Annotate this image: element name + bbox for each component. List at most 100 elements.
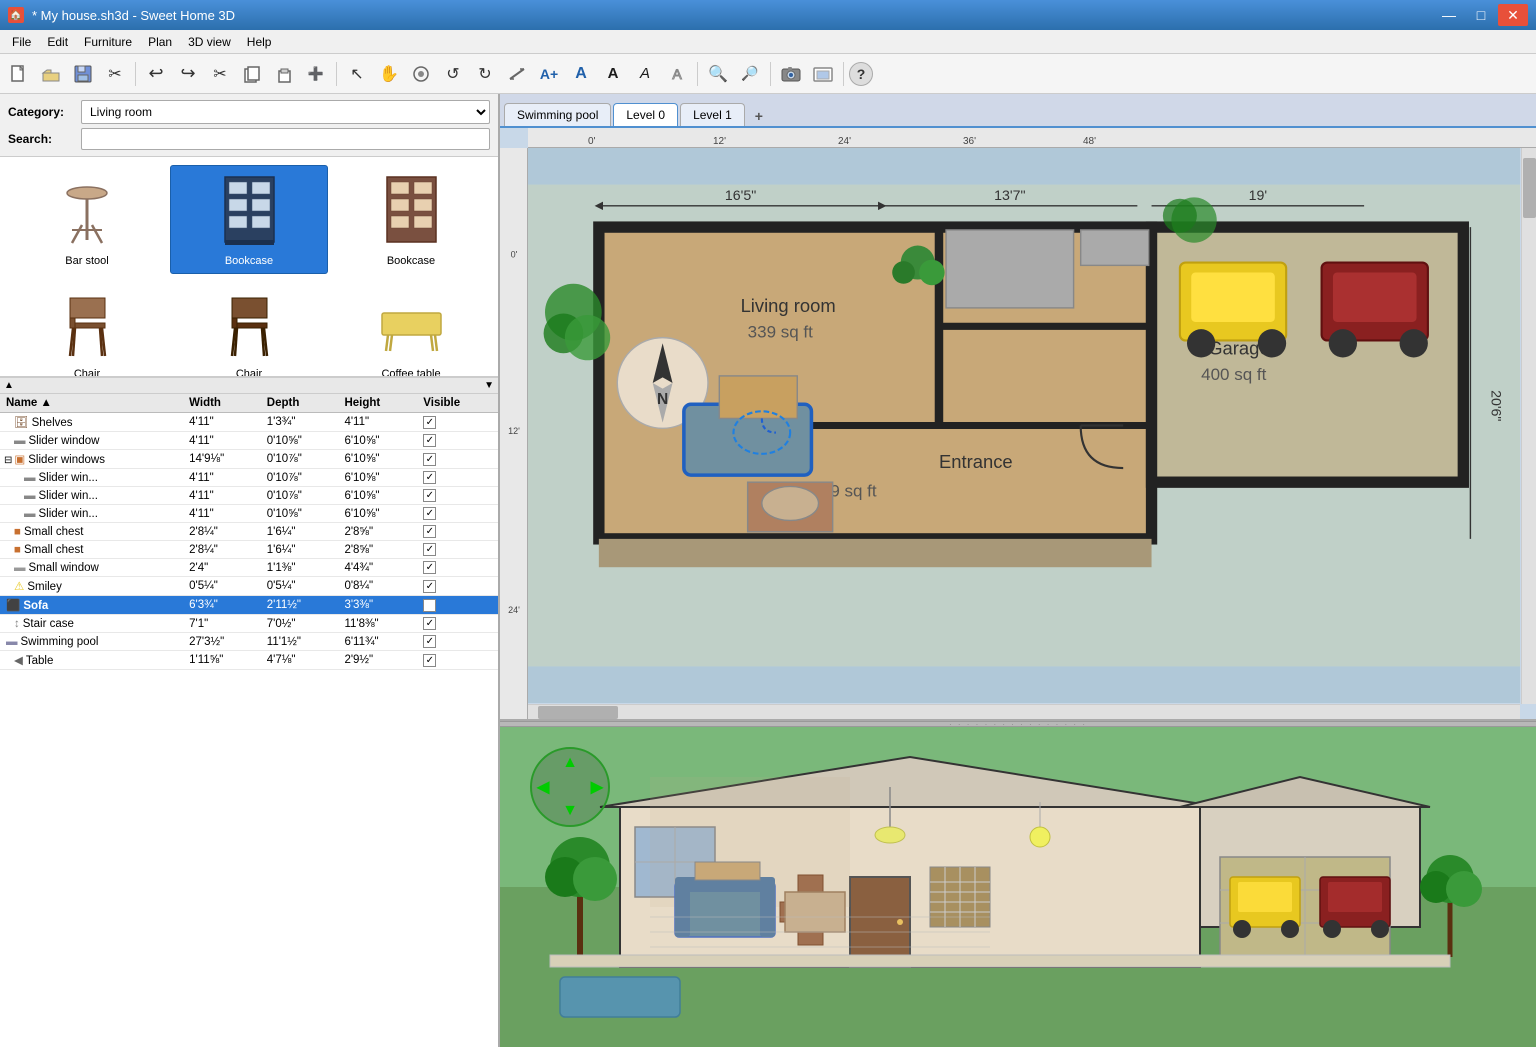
table-row[interactable]: ▬Slider win... 4'11" 0'10⅝" 6'10⅝" (0, 505, 498, 523)
bookcase2-label: Bookcase (387, 255, 435, 267)
text-tool-a4[interactable]: A (630, 59, 660, 89)
zoom-out-button[interactable]: 🔎 (735, 59, 765, 89)
table-row[interactable]: ▬Slider win... 4'11" 0'10⅞" 6'10⅝" (0, 487, 498, 505)
redo-button[interactable]: ↪ (173, 59, 203, 89)
cut-button[interactable]: ✂ (100, 59, 130, 89)
3d-navigation-control[interactable]: ▲ ▼ ◀ ▶ (530, 747, 610, 827)
screenshot-button[interactable] (808, 59, 838, 89)
vertical-scrollbar[interactable] (1521, 148, 1536, 704)
col-width[interactable]: Width (183, 394, 261, 413)
table-row-sofa[interactable]: ⬛Sofa 6'3¾" 2'11½" 3'3⅜" (0, 596, 498, 615)
col-height[interactable]: Height (338, 394, 417, 413)
minimize-button[interactable]: — (1434, 4, 1464, 26)
paste-button[interactable] (269, 59, 299, 89)
col-name[interactable]: Name ▲ (0, 394, 183, 413)
cut2-button[interactable]: ✂ (205, 59, 235, 89)
view-3d[interactable]: ▲ ▼ ◀ ▶ (500, 727, 1536, 1047)
open-button[interactable] (36, 59, 66, 89)
menu-edit[interactable]: Edit (39, 32, 76, 52)
table-row[interactable]: ▬Small window 2'4" 1'1⅜" 4'4¾" (0, 559, 498, 577)
table-row[interactable]: ■Small chest 2'8¼" 1'6¼" 2'8⅝" (0, 541, 498, 559)
rotate-left-tool[interactable]: ↺ (438, 59, 468, 89)
add-tab-button[interactable]: + (747, 106, 771, 126)
row-name: ▬Small window (0, 559, 183, 577)
table-row[interactable]: ⚠Smiley 0'5¼" 0'5¼" 0'8¼" (0, 577, 498, 596)
move-tool[interactable] (406, 59, 436, 89)
floor-plan[interactable]: 16'5" 13'7" 19' 20'6" (528, 148, 1520, 703)
chair1-icon (47, 285, 127, 365)
camera-button[interactable] (776, 59, 806, 89)
svg-text:19': 19' (1249, 188, 1267, 204)
col-depth[interactable]: Depth (261, 394, 339, 413)
menu-help[interactable]: Help (239, 32, 280, 52)
menu-3dview[interactable]: 3D view (180, 32, 239, 52)
coffee-table-label: Coffee table (381, 368, 440, 377)
horizontal-scrollbar[interactable] (528, 704, 1520, 719)
zoom-in-button[interactable]: 🔍 (703, 59, 733, 89)
furniture-item-coffee-table[interactable]: Coffee table (332, 278, 490, 377)
tab-level-0[interactable]: Level 0 (613, 103, 678, 126)
row-name: ⚠Smiley (0, 577, 183, 596)
rotate-right-tool[interactable]: ↻ (470, 59, 500, 89)
floor-plan-svg: 16'5" 13'7" 19' 20'6" (528, 148, 1520, 703)
furniture-item-bar-stool[interactable]: Bar stool (8, 165, 166, 274)
menu-furniture[interactable]: Furniture (76, 32, 140, 52)
help-button[interactable]: ? (849, 62, 873, 86)
col-visible[interactable]: Visible (417, 394, 498, 413)
nav-up-arrow[interactable]: ▲ (562, 754, 578, 772)
copy-button[interactable] (237, 59, 267, 89)
pan-tool[interactable]: ✋ (374, 59, 404, 89)
table-row[interactable]: ▬Slider window 4'11" 0'10⅝" 6'10⅝" (0, 432, 498, 450)
table-row[interactable]: ⊟▣Slider windows 14'9⅛" 0'10⅞" 6'10⅝" (0, 450, 498, 469)
close-button[interactable]: ✕ (1498, 4, 1528, 26)
row-name: ■Small chest (0, 523, 183, 541)
svg-text:16'5": 16'5" (725, 188, 756, 204)
nav-left-arrow[interactable]: ◀ (537, 777, 549, 797)
measure-tool[interactable] (502, 59, 532, 89)
text-tool-a2[interactable]: A (566, 59, 596, 89)
furniture-item-chair-1[interactable]: Chair (8, 278, 166, 377)
nav-right-arrow[interactable]: ▶ (591, 777, 603, 797)
add-furniture-button[interactable]: ➕ (301, 59, 331, 89)
select-tool[interactable]: ↖ (342, 59, 372, 89)
category-label: Category: (8, 105, 73, 119)
search-label: Search: (8, 132, 73, 146)
row-name-sofa: ⬛Sofa (0, 596, 183, 615)
row-name: ▬Slider window (0, 432, 183, 450)
3d-view-svg (500, 727, 1536, 1047)
table-row[interactable]: ▬Slider win... 4'11" 0'10⅞" 6'10⅝" (0, 469, 498, 487)
title-bar: 🏠 * My house.sh3d - Sweet Home 3D — □ ✕ (0, 0, 1536, 30)
resize-down-icon[interactable]: ▼ (484, 380, 494, 391)
toolbar: ✂ ↩ ↪ ✂ ➕ ↖ ✋ ↺ ↻ A+ A A A A 🔍 🔎 ? (0, 54, 1536, 94)
maximize-button[interactable]: □ (1466, 4, 1496, 26)
text-tool-a5[interactable]: A (662, 59, 692, 89)
table-row[interactable]: ▬Swimming pool 27'3½" 11'1½" 6'11¾" (0, 633, 498, 651)
menu-plan[interactable]: Plan (140, 32, 180, 52)
bookcase1-label: Bookcase (225, 255, 273, 267)
text-tool-a1[interactable]: A+ (534, 59, 564, 89)
nav-down-arrow[interactable]: ▼ (562, 802, 578, 820)
table-row[interactable]: ◀Table 1'11⅝" 4'7⅛" 2'9½" (0, 651, 498, 670)
furniture-item-bookcase-2[interactable]: Bookcase (332, 165, 490, 274)
resize-up-icon[interactable]: ▲ (4, 380, 14, 391)
category-select[interactable]: Living room Bedroom Kitchen Bathroom Off… (81, 100, 490, 124)
row-name: ■Small chest (0, 541, 183, 559)
row-name: ↕Stair case (0, 615, 183, 633)
menu-file[interactable]: File (4, 32, 39, 52)
bookcase1-icon (209, 172, 289, 252)
search-input[interactable] (81, 128, 490, 150)
coffee-table-icon (371, 285, 451, 365)
table-row[interactable]: 🗄Shelves 4'11" 1'3¾" 4'11" (0, 413, 498, 432)
table-row[interactable]: ↕Stair case 7'1" 7'0½" 11'8⅜" (0, 615, 498, 633)
chair1-label: Chair (74, 368, 100, 377)
text-tool-a3[interactable]: A (598, 59, 628, 89)
table-row[interactable]: ■Small chest 2'8¼" 1'6¼" 2'8⅝" (0, 523, 498, 541)
new-button[interactable] (4, 59, 34, 89)
tab-level-1[interactable]: Level 1 (680, 103, 745, 126)
tab-swimming-pool[interactable]: Swimming pool (504, 103, 611, 126)
plan-view[interactable]: 0' 12' 24' 36' 48' 0' 12' 24' 20'6" (500, 128, 1536, 721)
furniture-item-chair-2[interactable]: Chair (170, 278, 328, 377)
save-button[interactable] (68, 59, 98, 89)
undo-button[interactable]: ↩ (141, 59, 171, 89)
furniture-item-bookcase-1[interactable]: Bookcase (170, 165, 328, 274)
